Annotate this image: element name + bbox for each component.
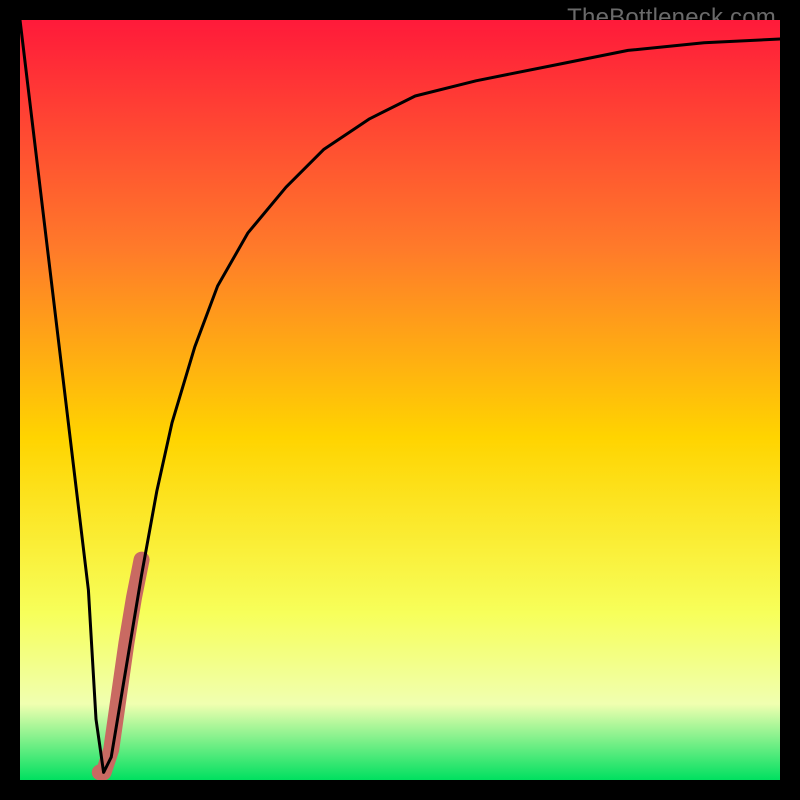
gradient-background — [20, 20, 780, 780]
chart-svg — [20, 20, 780, 780]
plot-area — [20, 20, 780, 780]
chart-frame: TheBottleneck.com — [0, 0, 800, 800]
